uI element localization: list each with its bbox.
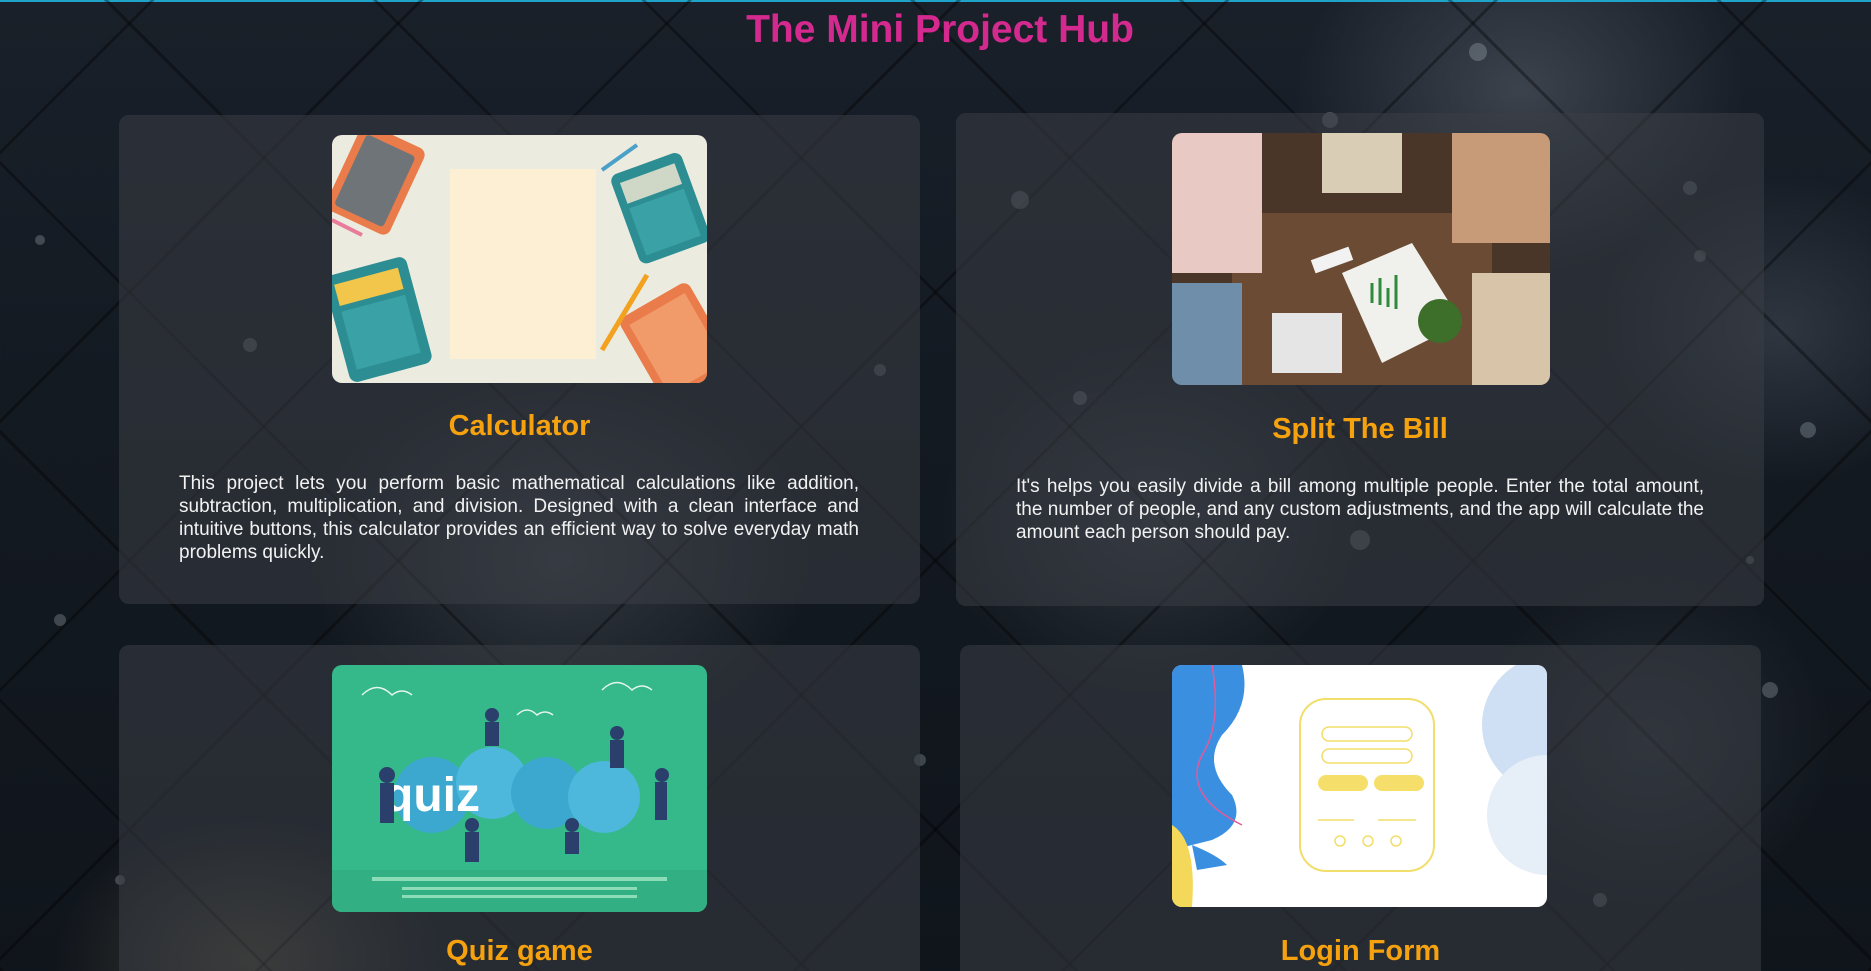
people-at-table-photo-icon [1172,133,1550,385]
card-title[interactable]: Calculator [119,410,920,443]
project-card-quiz-game[interactable]: quiz Quiz game [119,645,920,971]
quiz-illustration-icon: quiz [332,665,707,912]
split-the-bill-image[interactable] [1172,133,1550,385]
card-description: It's helps you easily divide a bill amon… [1016,476,1704,543]
quiz-letter: quiz [384,769,480,822]
login-form-illustration-icon [1172,665,1547,907]
page-title: The Mini Project Hub [746,8,1134,51]
project-card-calculator[interactable]: Calculator This project lets you perform… [119,115,920,604]
card-title[interactable]: Login Form [960,935,1761,968]
quiz-game-image[interactable]: quiz [332,665,707,912]
card-description: This project lets you perform basic math… [179,473,859,563]
login-form-image[interactable] [1172,665,1547,907]
project-card-split-the-bill[interactable]: Split The Bill It's helps you easily div… [956,113,1764,606]
project-card-login-form[interactable]: Login Form [960,645,1761,971]
card-title[interactable]: Split The Bill [956,413,1764,446]
card-title[interactable]: Quiz game [119,935,920,968]
calculator-image[interactable] [332,135,707,383]
top-accent-line [0,0,1871,2]
calculators-illustration-icon [332,135,707,383]
